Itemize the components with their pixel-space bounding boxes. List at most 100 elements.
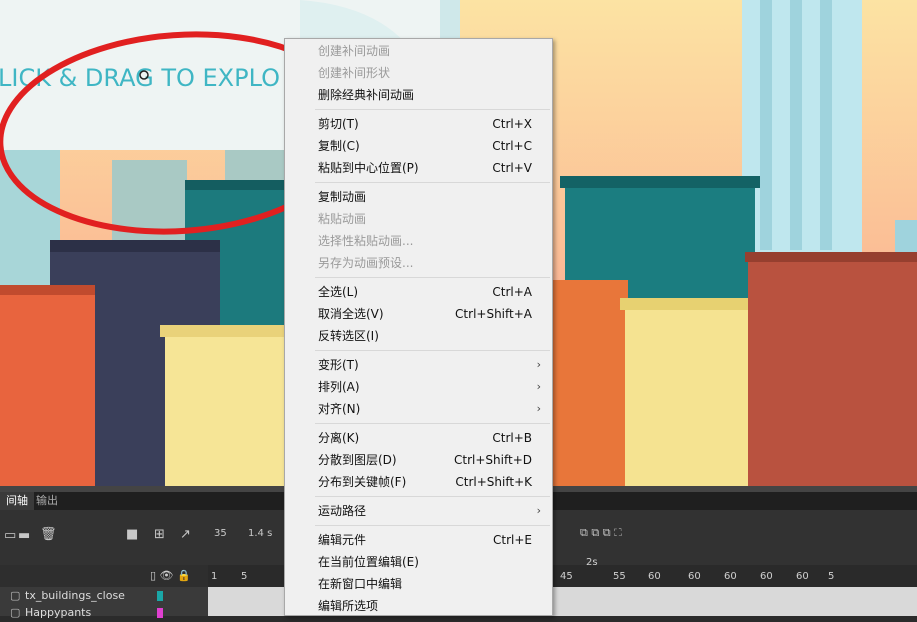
menu-separator — [315, 277, 550, 278]
tab-output[interactable]: 输出 — [30, 492, 64, 510]
menu-item-label: 对齐(N) — [318, 402, 361, 416]
layer-header-icons: ▯ 👁 🔒 — [150, 569, 191, 582]
menu-item[interactable]: 取消全选(V) Ctrl+Shift+A — [285, 303, 552, 325]
ruler-label: 60 — [688, 571, 701, 582]
menu-item-label: 删除经典补间动画 — [318, 88, 415, 102]
onion-skin-icon[interactable]: ⧉ ⧉ ⧉ ⛶ — [580, 526, 622, 540]
seconds-marker: 2s — [586, 557, 598, 568]
layer-parenting-icon[interactable]: ⊞ — [154, 527, 165, 542]
ruler-label: 1 — [211, 571, 218, 582]
menu-item-shortcut: Ctrl+A — [492, 285, 532, 299]
menu-item-label: 全选(L) — [318, 285, 359, 299]
menu-item-label: 粘贴动画 — [318, 212, 367, 226]
new-layer-icon[interactable]: ▭ — [4, 528, 16, 543]
graph-icon[interactable]: ↗ — [180, 527, 191, 542]
menu-item: 另存为动画预设... — [285, 252, 552, 274]
menu-item-shortcut: Ctrl+Shift+K — [455, 475, 532, 489]
menu-item-label: 分布到关键帧(F) — [318, 475, 407, 489]
menu-item-label: 创建补间形状 — [318, 66, 391, 80]
menu-item[interactable]: 运动路径 › — [285, 500, 552, 522]
menu-item-shortcut: Ctrl+Shift+D — [454, 453, 532, 467]
menu-item: 创建补间形状 — [285, 62, 552, 84]
menu-item-label: 分散到图层(D) — [318, 453, 397, 467]
menu-item[interactable]: 排列(A) › — [285, 376, 552, 398]
menu-item-shortcut: Ctrl+Shift+A — [455, 307, 532, 321]
menu-item-label: 编辑元件 — [318, 533, 367, 547]
menu-item-label: 变形(T) — [318, 358, 359, 372]
menu-item-label: 选择性粘贴动画... — [318, 234, 414, 248]
menu-item[interactable]: 粘贴到中心位置(P) Ctrl+V — [285, 157, 552, 179]
layer-name: Happypants — [25, 606, 92, 619]
menu-item-shortcut: Ctrl+V — [492, 161, 532, 175]
ruler-label: 60 — [760, 571, 773, 582]
time-readout: 1.4 s — [248, 528, 273, 539]
menu-item-label: 在当前位置编辑(E) — [318, 555, 419, 569]
menu-item[interactable]: 全选(L) Ctrl+A — [285, 281, 552, 303]
ruler-label: 45 — [560, 571, 573, 582]
frame-number: 35 — [214, 528, 227, 539]
camera-icon[interactable]: ■ — [126, 527, 138, 542]
menu-item-label: 在新窗口中编辑 — [318, 577, 403, 591]
submenu-arrow-icon: › — [536, 380, 541, 393]
menu-item[interactable]: 复制动画 — [285, 186, 552, 208]
menu-item[interactable]: 编辑元件 Ctrl+E — [285, 529, 552, 551]
layer-row[interactable]: ▢ Happypants — [0, 604, 208, 622]
layer-icon: ▢ — [10, 606, 21, 619]
menu-item-label: 分离(K) — [318, 431, 360, 445]
menu-item-shortcut: Ctrl+C — [492, 139, 532, 153]
menu-item-shortcut: Ctrl+E — [493, 533, 532, 547]
menu-item-label: 剪切(T) — [318, 117, 359, 131]
menu-item-shortcut: Ctrl+B — [492, 431, 532, 445]
layer-color-swatch[interactable] — [157, 591, 163, 601]
layer-list: ▢ tx_buildings_close ▢ Happypants — [0, 587, 208, 619]
context-menu: 创建补间动画 创建补间形状删除经典补间动画 剪切(T) Ctrl+X 复制(C) Ctrl… — [284, 38, 553, 616]
menu-item[interactable]: 在新窗口中编辑 — [285, 573, 552, 595]
submenu-arrow-icon: › — [536, 358, 541, 371]
menu-item[interactable]: 分布到关键帧(F) Ctrl+Shift+K — [285, 471, 552, 493]
layer-color-swatch[interactable] — [157, 608, 163, 618]
folder-icon[interactable]: ▬ — [18, 528, 30, 543]
menu-item-label: 编辑所选项 — [318, 599, 379, 613]
menu-item-label: 粘贴到中心位置(P) — [318, 161, 419, 175]
menu-item[interactable]: 对齐(N) › — [285, 398, 552, 420]
menu-separator — [315, 350, 550, 351]
menu-separator — [315, 525, 550, 526]
ruler-label: 55 — [613, 571, 626, 582]
menu-item[interactable]: 反转选区(I) — [285, 325, 552, 347]
menu-item[interactable]: 变形(T) › — [285, 354, 552, 376]
ruler-label: 5 — [241, 571, 248, 582]
menu-separator — [315, 182, 550, 183]
menu-item-shortcut: Ctrl+X — [492, 117, 532, 131]
layer-name: tx_buildings_close — [25, 589, 125, 602]
layer-icon: ▢ — [10, 589, 21, 602]
menu-item[interactable]: 在当前位置编辑(E) — [285, 551, 552, 573]
ruler-label: 60 — [648, 571, 661, 582]
ruler-label: 5 — [828, 571, 835, 582]
submenu-arrow-icon: › — [536, 504, 541, 517]
menu-item[interactable]: 删除经典补间动画 — [285, 84, 552, 106]
submenu-arrow-icon: › — [536, 402, 541, 415]
menu-separator — [315, 423, 550, 424]
trash-icon[interactable]: 🗑 — [40, 527, 57, 542]
menu-item[interactable]: 复制(C) Ctrl+C — [285, 135, 552, 157]
ruler-label: 60 — [796, 571, 809, 582]
menu-separator — [315, 496, 550, 497]
menu-item-label: 运动路径 — [318, 504, 367, 518]
menu-separator — [315, 109, 550, 110]
menu-item-label: 另存为动画预设... — [318, 256, 414, 270]
menu-item: 粘贴动画 — [285, 208, 552, 230]
tab-timeline[interactable]: 间轴 — [0, 492, 34, 510]
menu-item-label: 排列(A) — [318, 380, 360, 394]
menu-item[interactable]: 剪切(T) Ctrl+X — [285, 113, 552, 135]
menu-item-label: 复制(C) — [318, 139, 360, 153]
menu-item: 选择性粘贴动画... — [285, 230, 552, 252]
menu-item-label: 创建补间动画 — [318, 44, 391, 58]
menu-item[interactable]: 分离(K) Ctrl+B — [285, 427, 552, 449]
menu-item-label: 反转选区(I) — [318, 329, 379, 343]
menu-item: 创建补间动画 — [285, 40, 552, 62]
menu-item-label: 取消全选(V) — [318, 307, 384, 321]
menu-item[interactable]: 分散到图层(D) Ctrl+Shift+D — [285, 449, 552, 471]
menu-item-label: 复制动画 — [318, 190, 367, 204]
menu-item[interactable]: 编辑所选项 — [285, 595, 552, 617]
layer-row[interactable]: ▢ tx_buildings_close — [0, 587, 208, 605]
